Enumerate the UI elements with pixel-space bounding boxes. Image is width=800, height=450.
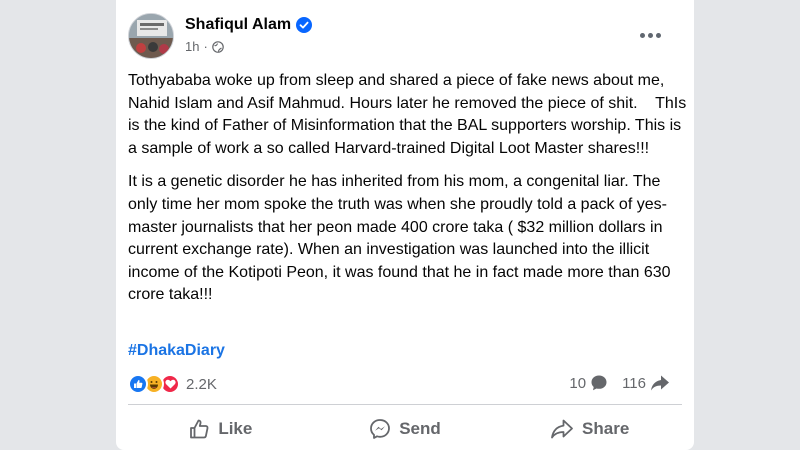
messenger-icon [370, 419, 391, 439]
post-stats: 2.2K 10 116 [128, 374, 682, 398]
post-header: Shafiqul Alam 1h · [128, 13, 682, 61]
send-label: Send [399, 419, 441, 438]
action-divider [128, 404, 682, 405]
avatar-image [129, 14, 173, 58]
post-meta: 1h · [185, 39, 224, 54]
comments-count: 10 [569, 374, 587, 392]
shares-count: 116 [622, 374, 646, 392]
send-button[interactable]: Send [313, 408, 498, 450]
thumbs-up-icon [190, 419, 209, 439]
like-label: Like [218, 419, 253, 438]
verified-badge-icon [296, 17, 313, 33]
post-paragraph: Tothyababa woke up from sleep and shared… [128, 72, 691, 157]
shares-stat[interactable]: 116 [622, 374, 670, 392]
comment-icon [591, 375, 607, 391]
share-button[interactable]: Share [497, 408, 682, 450]
comments-stat[interactable]: 10 [569, 374, 608, 392]
share-arrow-icon [551, 419, 573, 439]
meta-separator: · [203, 39, 208, 54]
share-label: Share [582, 419, 630, 438]
author-name[interactable]: Shafiqul Alam [185, 16, 291, 34]
author-line: Shafiqul Alam [185, 16, 313, 34]
like-icon [128, 374, 148, 394]
post-actions: Like Send Share [128, 408, 682, 450]
post-timestamp[interactable]: 1h [185, 39, 199, 54]
like-button[interactable]: Like [128, 408, 313, 450]
reactions-summary[interactable]: 2.2K [128, 374, 217, 394]
hashtag-link[interactable]: #DhakaDiary [128, 342, 225, 360]
share-icon [651, 375, 669, 391]
reactions-count: 2.2K [186, 375, 217, 393]
post-paragraph: It is a genetic disorder he has inherite… [128, 173, 676, 304]
globe-icon [212, 40, 224, 53]
engagement-counts: 10 116 [569, 374, 670, 392]
post-body: Tothyababa woke up from sleep and shared… [128, 70, 688, 318]
post-card: Shafiqul Alam 1h · Tothyababa woke up fr… [116, 0, 694, 450]
avatar[interactable] [128, 13, 174, 59]
more-options-icon[interactable] [632, 23, 668, 47]
